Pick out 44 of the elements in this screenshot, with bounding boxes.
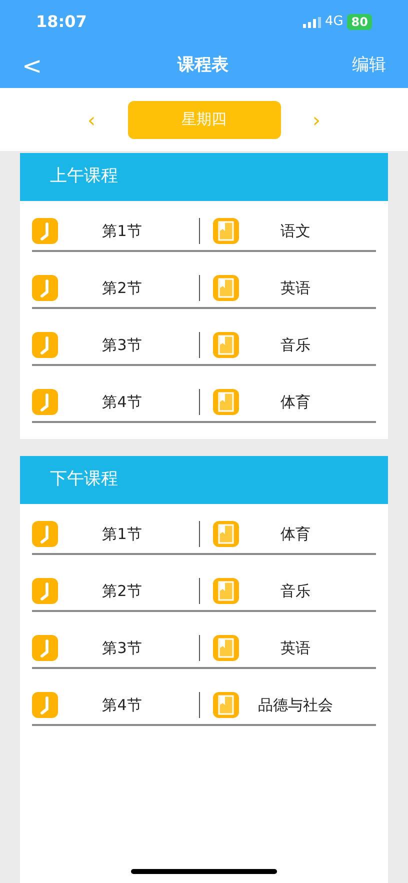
subject-label: 体育 (280, 524, 312, 545)
clock-icon (32, 275, 58, 301)
subject-label: 品德与社会 (257, 694, 334, 716)
clock-icon (32, 692, 58, 718)
previous-day-button[interactable]: ‹ (88, 104, 96, 134)
period-label: 第4节 (101, 392, 143, 413)
bookmark-icon (213, 692, 239, 718)
network-label: 4G (324, 13, 344, 32)
clock-icon (32, 389, 58, 415)
status-time: 18:07 (36, 11, 87, 33)
period-label: 第1节 (101, 524, 143, 545)
period-label: 第3节 (101, 638, 143, 659)
bookmark-icon (213, 332, 239, 358)
subject-label: 体育 (280, 392, 312, 413)
back-button[interactable]: < (22, 48, 54, 84)
period-label: 第4节 (101, 694, 143, 716)
bookmark-icon (213, 578, 239, 604)
edit-button[interactable]: 编辑 (352, 53, 386, 79)
battery-indicator: 80 (347, 14, 372, 30)
period-label: 第2节 (101, 278, 143, 299)
clock-icon (32, 635, 58, 661)
period-label: 第2节 (101, 580, 143, 602)
bookmark-icon (213, 275, 239, 301)
subject-label: 英语 (280, 278, 312, 299)
clock-icon (32, 218, 58, 244)
bookmark-icon (213, 218, 239, 244)
clock-icon (32, 332, 58, 358)
subject-label: 英语 (280, 638, 312, 659)
page-title: 课程表 (178, 54, 228, 78)
clock-icon (32, 578, 58, 604)
bookmark-icon (213, 635, 239, 661)
section-title: 上午课程 (50, 165, 118, 188)
signal-icon (302, 16, 321, 28)
subject-label: 音乐 (280, 334, 312, 356)
bookmark-icon (213, 521, 239, 547)
subject-label: 音乐 (280, 580, 312, 602)
next-day-button[interactable]: › (312, 104, 320, 134)
subject-label: 语文 (280, 220, 312, 242)
period-label: 第3节 (101, 334, 143, 356)
period-label: 第1节 (101, 220, 143, 242)
section-title: 下午课程 (50, 468, 118, 492)
clock-icon (32, 521, 58, 547)
day-button[interactable]: 星期四 (128, 100, 280, 138)
bookmark-icon (213, 389, 239, 415)
